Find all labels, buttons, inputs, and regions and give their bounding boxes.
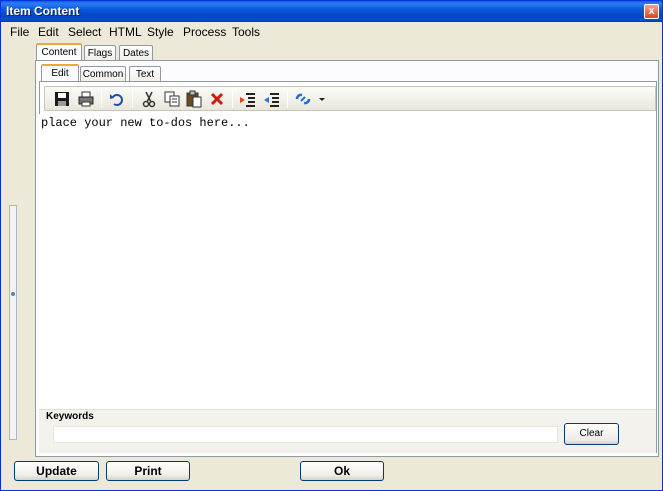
grip-icon — [11, 292, 15, 296]
keywords-input[interactable] — [53, 426, 558, 443]
menu-edit[interactable]: Edit — [38, 25, 59, 39]
bottom-button-bar: Update Print Ok — [2, 457, 662, 490]
close-icon: x — [648, 5, 655, 17]
splitter-handle[interactable] — [9, 205, 17, 440]
menu-style[interactable]: Style — [147, 25, 174, 39]
keywords-label: Keywords — [46, 411, 94, 422]
dropdown-arrow-icon[interactable] — [313, 90, 325, 108]
close-button[interactable]: x — [644, 4, 659, 19]
editor-area[interactable]: place your new to-dos here... — [39, 114, 656, 410]
clear-button[interactable]: Clear — [564, 423, 619, 445]
toolbar-separator — [101, 90, 102, 108]
delete-icon[interactable] — [208, 90, 226, 108]
item-content-window: Item Content x File Edit Select HTML Sty… — [0, 0, 663, 491]
undo-icon[interactable] — [108, 90, 126, 108]
paste-icon[interactable] — [185, 90, 203, 108]
menu-bar: File Edit Select HTML Style Process Tool… — [2, 22, 661, 42]
update-button[interactable]: Update — [14, 461, 99, 481]
ok-button[interactable]: Ok — [300, 461, 384, 481]
save-icon[interactable] — [53, 90, 71, 108]
copy-icon[interactable] — [163, 90, 181, 108]
cut-icon[interactable] — [140, 90, 158, 108]
menu-process[interactable]: Process — [183, 25, 226, 39]
print-icon[interactable] — [77, 90, 95, 108]
title-bar[interactable]: Item Content x — [1, 1, 662, 22]
keywords-section: Keywords Clear — [39, 409, 656, 453]
window-title: Item Content — [6, 4, 80, 18]
indent-icon[interactable] — [239, 90, 257, 108]
outdent-icon[interactable] — [263, 90, 281, 108]
menu-file[interactable]: File — [10, 25, 29, 39]
menu-html[interactable]: HTML — [109, 25, 142, 39]
menu-select[interactable]: Select — [68, 25, 101, 39]
toolbar-separator — [287, 90, 288, 108]
link-icon[interactable] — [294, 90, 312, 108]
editor-toolbar — [44, 86, 656, 111]
editor-content: place your new to-dos here... — [41, 116, 250, 130]
print-button[interactable]: Print — [106, 461, 190, 481]
toolbar-separator — [132, 90, 133, 108]
menu-tools[interactable]: Tools — [232, 25, 260, 39]
left-splitter — [2, 42, 34, 457]
toolbar-separator — [232, 90, 233, 108]
